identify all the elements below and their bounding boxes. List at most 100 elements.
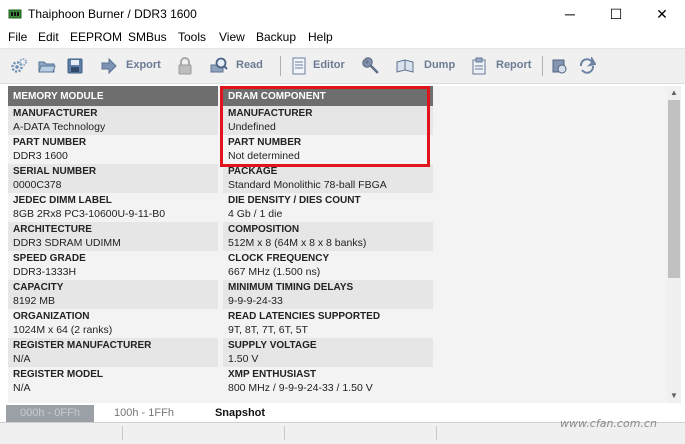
app-icon [8, 9, 22, 19]
row-label: REGISTER MANUFACTURER [13, 340, 152, 351]
module-row: ORGANIZATION 1024M x 64 (2 ranks) [8, 309, 218, 338]
row-value: 667 MHz (1.500 ns) [228, 266, 321, 278]
module-row: ARCHITECTURE DDR3 SDRAM UDIMM [8, 222, 218, 251]
export-icon[interactable] [100, 57, 118, 75]
menu-help[interactable]: Help [308, 30, 333, 44]
row-label: REGISTER MODEL [13, 369, 104, 380]
memory-module-header: MEMORY MODULE [8, 86, 218, 106]
status-segment [124, 426, 285, 440]
row-value: DDR3-1333H [13, 266, 77, 278]
row-value: 9T, 8T, 7T, 6T, 5T [228, 324, 308, 336]
window-title: Thaiphoon Burner / DDR3 1600 [28, 7, 197, 21]
row-value: 1024M x 64 (2 ranks) [13, 324, 113, 336]
vertical-scrollbar[interactable]: ▲ ▼ [667, 86, 681, 403]
component-row: READ LATENCIES SUPPORTED 9T, 8T, 7T, 6T, … [223, 309, 433, 338]
menu-view[interactable]: View [219, 30, 245, 44]
scroll-down-arrow-icon[interactable]: ▼ [667, 389, 681, 403]
tab-000h-0ffh[interactable]: 000h - 0FFh [6, 405, 94, 422]
row-value: N/A [13, 382, 31, 394]
row-label: MANUFACTURER [13, 108, 98, 119]
component-row: XMP ENTHUSIAST 800 MHz / 9-9-9-24-33 / 1.… [223, 367, 433, 396]
tab-snapshot[interactable]: Snapshot [200, 405, 280, 422]
menu-smbus[interactable]: SMBus [128, 30, 167, 44]
toolbar-separator [280, 56, 281, 76]
menu-eeprom[interactable]: EEPROM [70, 30, 122, 44]
row-value: 8192 MB [13, 295, 56, 307]
export-button[interactable]: Export [126, 59, 161, 71]
open-folder-icon[interactable] [38, 57, 56, 75]
chip-settings-icon[interactable] [550, 57, 568, 75]
module-row: CAPACITY 8192 MB [8, 280, 218, 309]
row-label: JEDEC DIMM LABEL [13, 195, 112, 206]
editor-icon[interactable] [290, 57, 308, 75]
row-value: 1.50 V [228, 353, 259, 365]
module-row: PART NUMBER DDR3 1600 [8, 135, 218, 164]
tab-100h-1ffh[interactable]: 100h - 1FFh [100, 405, 188, 422]
menu-bar: File Edit EEPROM SMBus Tools View Backup… [0, 28, 685, 48]
row-label: XMP ENTHUSIAST [228, 369, 317, 380]
editor-button[interactable]: Editor [313, 59, 345, 71]
row-label: ARCHITECTURE [13, 224, 92, 235]
module-row: REGISTER MODEL N/A [8, 367, 218, 396]
module-row: JEDEC DIMM LABEL 8GB 2Rx8 PC3-10600U-9-11… [8, 193, 218, 222]
dump-book-icon[interactable] [396, 57, 414, 75]
component-row: MINIMUM TIMING DELAYS 9-9-9-24-33 [223, 280, 433, 309]
row-label: ORGANIZATION [13, 311, 90, 322]
component-row: COMPOSITION 512M x 8 (64M x 8 x 8 banks) [223, 222, 433, 251]
row-value: DDR3 1600 [13, 150, 68, 162]
memory-module-column: MEMORY MODULE MANUFACTURER A-DATA Technol… [8, 86, 218, 396]
row-label: SERIAL NUMBER [13, 166, 97, 177]
row-label: MINIMUM TIMING DELAYS [228, 282, 354, 293]
module-row: SERIAL NUMBER 0000C378 [8, 164, 218, 193]
menu-tools[interactable]: Tools [178, 30, 206, 44]
read-button[interactable]: Read [236, 59, 263, 71]
row-value: DDR3 SDRAM UDIMM [13, 237, 121, 249]
component-row: SUPPLY VOLTAGE 1.50 V [223, 338, 433, 367]
toolbar: Export Read Editor Dump Report [0, 48, 685, 84]
row-value: Standard Monolithic 78-ball FBGA [228, 179, 387, 191]
toolbar-separator-2 [542, 56, 543, 76]
row-label: CAPACITY [13, 282, 64, 293]
component-row: DIE DENSITY / DIES COUNT 4 Gb / 1 die [223, 193, 433, 222]
row-label: READ LATENCIES SUPPORTED [228, 311, 381, 322]
title-bar: Thaiphoon Burner / DDR3 1600 ─ ☐ ✕ [0, 0, 685, 28]
watermark-text: www.cfan.com.cn [560, 417, 657, 430]
minimize-button[interactable]: ─ [547, 0, 593, 28]
highlight-box [220, 86, 430, 167]
row-label: SPEED GRADE [13, 253, 86, 264]
row-label: CLOCK FREQUENCY [228, 253, 330, 264]
module-row: MANUFACTURER A-DATA Technology [8, 106, 218, 135]
row-label: SUPPLY VOLTAGE [228, 340, 317, 351]
status-segment [0, 426, 123, 440]
save-icon[interactable] [66, 57, 84, 75]
wrench-icon[interactable] [362, 57, 380, 75]
menu-file[interactable]: File [8, 30, 27, 44]
row-label: PACKAGE [228, 166, 278, 177]
close-button[interactable]: ✕ [639, 0, 685, 28]
module-row: REGISTER MANUFACTURER N/A [8, 338, 218, 367]
gears-icon[interactable] [10, 57, 28, 75]
scroll-up-arrow-icon[interactable]: ▲ [667, 86, 681, 100]
report-button[interactable]: Report [496, 59, 531, 71]
row-value: 800 MHz / 9-9-9-24-33 / 1.50 V [228, 382, 373, 394]
report-icon[interactable] [470, 57, 488, 75]
menu-edit[interactable]: Edit [38, 30, 59, 44]
dump-button[interactable]: Dump [424, 59, 455, 71]
refresh-icon[interactable] [578, 57, 596, 75]
module-row: SPEED GRADE DDR3-1333H [8, 251, 218, 280]
row-label: PART NUMBER [13, 137, 87, 148]
menu-backup[interactable]: Backup [256, 30, 296, 44]
status-segment [286, 426, 437, 440]
row-label: DIE DENSITY / DIES COUNT [228, 195, 361, 206]
read-magnifier-icon[interactable] [210, 57, 228, 75]
lock-icon[interactable] [176, 57, 194, 75]
row-value: N/A [13, 353, 31, 365]
row-label: COMPOSITION [228, 224, 300, 235]
scrollbar-thumb[interactable] [668, 100, 680, 278]
row-value: 0000C378 [13, 179, 62, 191]
component-row: CLOCK FREQUENCY 667 MHz (1.500 ns) [223, 251, 433, 280]
row-value: A-DATA Technology [13, 121, 106, 133]
maximize-button[interactable]: ☐ [593, 0, 639, 28]
row-value: 4 Gb / 1 die [228, 208, 283, 220]
row-value: 512M x 8 (64M x 8 x 8 banks) [228, 237, 367, 249]
